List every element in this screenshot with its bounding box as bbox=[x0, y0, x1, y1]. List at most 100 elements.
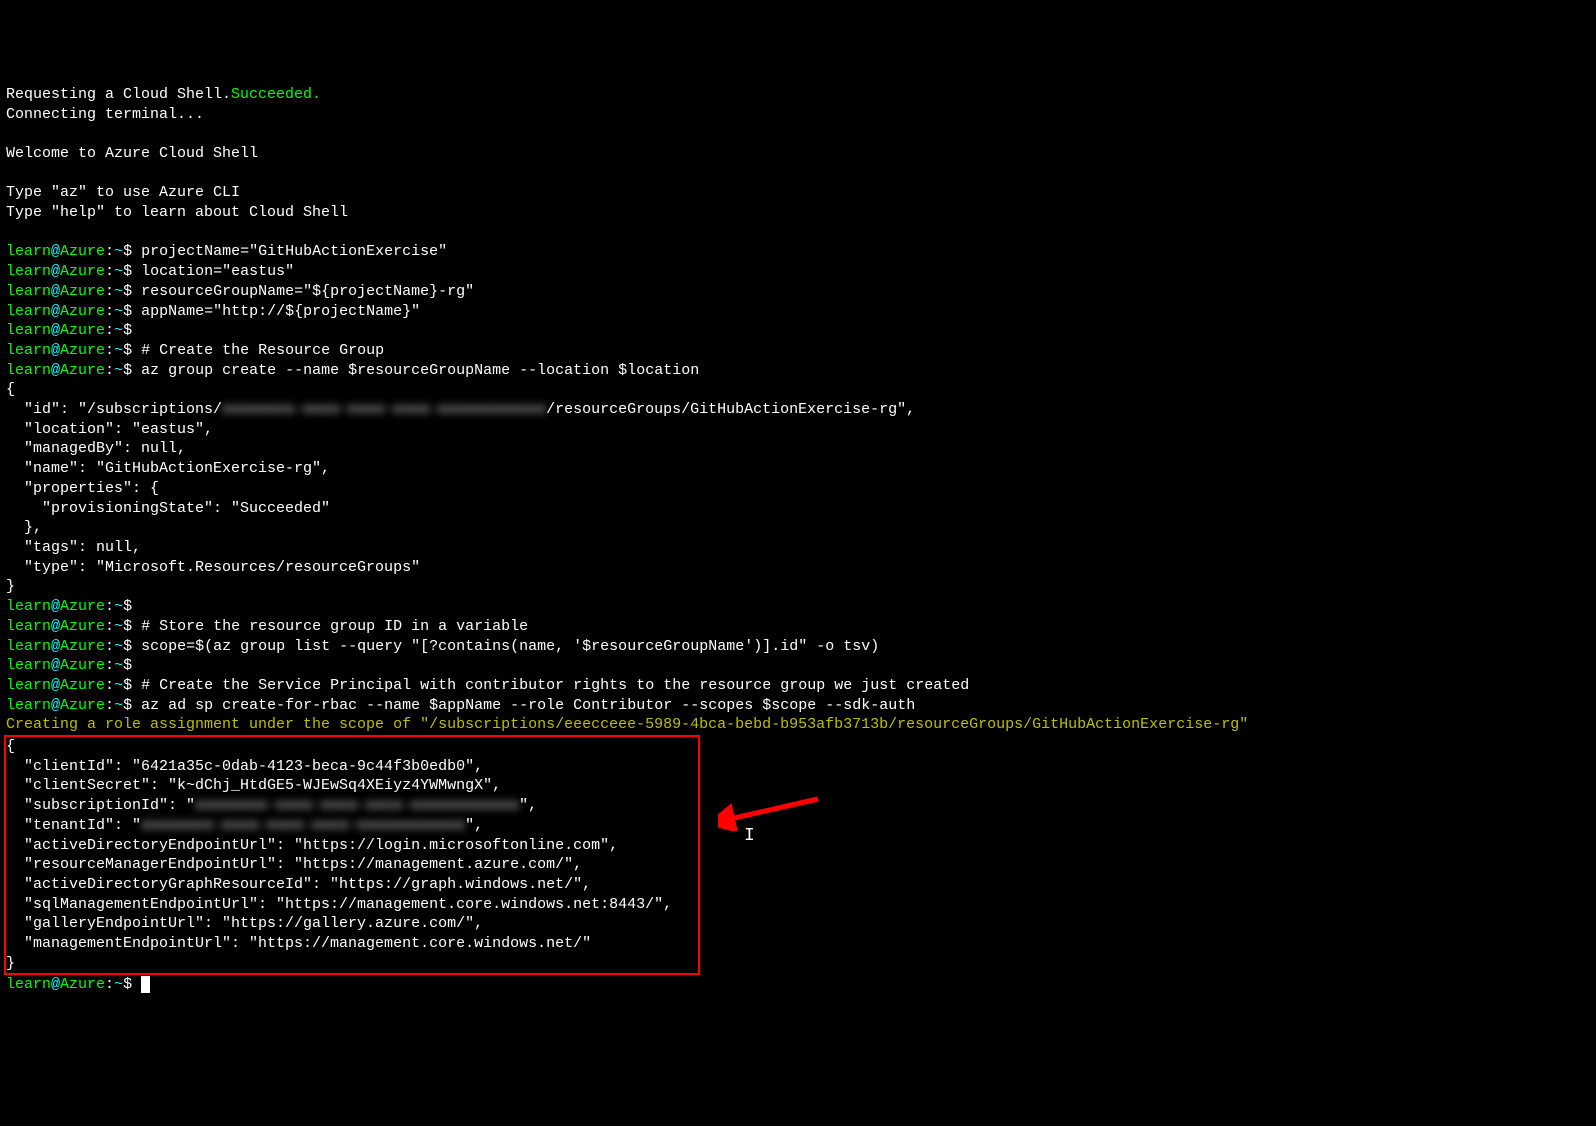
json1-properties: "properties": { bbox=[6, 480, 159, 497]
prompt-sym: $ bbox=[123, 362, 132, 379]
prompt-sym: $ bbox=[123, 322, 132, 339]
prompt-at: @ bbox=[51, 697, 60, 714]
prompt-at: @ bbox=[51, 976, 60, 993]
prompt-at: @ bbox=[51, 362, 60, 379]
cmd-3: resourceGroupName="${projectName}-rg" bbox=[141, 283, 474, 300]
prompt-path: ~ bbox=[114, 638, 123, 655]
prompt-sep: : bbox=[105, 598, 114, 615]
prompt-user: learn bbox=[6, 677, 51, 694]
prompt-user: learn bbox=[6, 243, 51, 260]
json1-type: "type": "Microsoft.Resources/resourceGro… bbox=[6, 559, 420, 576]
intro-connecting: Connecting terminal... bbox=[6, 106, 204, 123]
json2-tenant-post: ", bbox=[465, 817, 483, 834]
prompt-host: Azure bbox=[60, 598, 105, 615]
prompt-host: Azure bbox=[60, 638, 105, 655]
json1-location: "location": "eastus", bbox=[6, 421, 213, 438]
cmd-1: projectName="GitHubActionExercise" bbox=[141, 243, 447, 260]
prompt-sep: : bbox=[105, 618, 114, 635]
prompt-path: ~ bbox=[114, 677, 123, 694]
json2-mgmt-url: "managementEndpointUrl": "https://manage… bbox=[6, 935, 591, 952]
prompt-path: ~ bbox=[114, 598, 123, 615]
prompt-path: ~ bbox=[114, 697, 123, 714]
cmd-9: # Store the resource group ID in a varia… bbox=[141, 618, 528, 635]
prompt-user: learn bbox=[6, 618, 51, 635]
prompt-path: ~ bbox=[114, 976, 123, 993]
prompt-sep: : bbox=[105, 697, 114, 714]
prompt-user: learn bbox=[6, 342, 51, 359]
prompt-host: Azure bbox=[60, 677, 105, 694]
cmd-4: appName="http://${projectName}" bbox=[141, 303, 420, 320]
json2-adg-url: "activeDirectoryGraphResourceId": "https… bbox=[6, 876, 591, 893]
prompt-sep: : bbox=[105, 976, 114, 993]
prompt-sym: $ bbox=[123, 677, 132, 694]
prompt-path: ~ bbox=[114, 618, 123, 635]
prompt-sym: $ bbox=[123, 638, 132, 655]
prompt-path: ~ bbox=[114, 322, 123, 339]
prompt-host: Azure bbox=[60, 303, 105, 320]
prompt-at: @ bbox=[51, 618, 60, 635]
json1-id-post: /resourceGroups/GitHubActionExercise-rg"… bbox=[546, 401, 915, 418]
prompt-host: Azure bbox=[60, 263, 105, 280]
prompt-sep: : bbox=[105, 243, 114, 260]
prompt-user: learn bbox=[6, 598, 51, 615]
json1-propclose: }, bbox=[6, 519, 42, 536]
json1-prov: "provisioningState": "Succeeded" bbox=[6, 500, 330, 517]
prompt-host: Azure bbox=[60, 657, 105, 674]
json2-tenant-pre: "tenantId": " bbox=[6, 817, 141, 834]
prompt-host: Azure bbox=[60, 976, 105, 993]
redacted-subscription-id: xxxxxxxx-xxxx-xxxx-xxxx-xxxxxxxxxxxx bbox=[222, 400, 546, 420]
prompt-at: @ bbox=[51, 638, 60, 655]
prompt-sym: $ bbox=[123, 976, 132, 993]
prompt-user: learn bbox=[6, 362, 51, 379]
annotation-arrow-icon bbox=[718, 791, 828, 831]
prompt-sep: : bbox=[105, 677, 114, 694]
prompt-sym: $ bbox=[123, 342, 132, 359]
intro-typehelp: Type "help" to learn about Cloud Shell bbox=[6, 204, 348, 221]
json2-close: } bbox=[6, 955, 15, 972]
prompt-user: learn bbox=[6, 303, 51, 320]
prompt-at: @ bbox=[51, 677, 60, 694]
prompt-sep: : bbox=[105, 362, 114, 379]
intro-welcome: Welcome to Azure Cloud Shell bbox=[6, 145, 258, 162]
json2-subid-post: ", bbox=[519, 797, 537, 814]
prompt-user: learn bbox=[6, 283, 51, 300]
prompt-user: learn bbox=[6, 657, 51, 674]
prompt-host: Azure bbox=[60, 322, 105, 339]
prompt-at: @ bbox=[51, 263, 60, 280]
intro-succeeded: Succeeded. bbox=[231, 86, 321, 103]
prompt-at: @ bbox=[51, 303, 60, 320]
prompt-user: learn bbox=[6, 263, 51, 280]
cmd-13: az ad sp create-for-rbac --name $appName… bbox=[141, 697, 915, 714]
prompt-user: learn bbox=[6, 697, 51, 714]
prompt-sep: : bbox=[105, 283, 114, 300]
prompt-path: ~ bbox=[114, 362, 123, 379]
prompt-user: learn bbox=[6, 322, 51, 339]
prompt-sym: $ bbox=[123, 243, 132, 260]
prompt-host: Azure bbox=[60, 618, 105, 635]
prompt-path: ~ bbox=[114, 303, 123, 320]
cmd-6: # Create the Resource Group bbox=[141, 342, 384, 359]
json2-ad-url: "activeDirectoryEndpointUrl": "https://l… bbox=[6, 837, 618, 854]
json2-sql-url: "sqlManagementEndpointUrl": "https://man… bbox=[6, 896, 672, 913]
prompt-sep: : bbox=[105, 638, 114, 655]
terminal[interactable]: Requesting a Cloud Shell.Succeeded. Conn… bbox=[6, 65, 1590, 1034]
prompt-host: Azure bbox=[60, 697, 105, 714]
prompt-sym: $ bbox=[123, 657, 132, 674]
json2-open: { bbox=[6, 738, 15, 755]
prompt-host: Azure bbox=[60, 243, 105, 260]
prompt-at: @ bbox=[51, 657, 60, 674]
text-cursor-icon: I bbox=[744, 827, 755, 847]
prompt-path: ~ bbox=[114, 263, 123, 280]
prompt-at: @ bbox=[51, 243, 60, 260]
highlighted-credentials-block: { "clientId": "6421a35c-0dab-4123-beca-9… bbox=[4, 735, 700, 975]
prompt-sep: : bbox=[105, 342, 114, 359]
cmd-7: az group create --name $resourceGroupNam… bbox=[141, 362, 699, 379]
prompt-sep: : bbox=[105, 657, 114, 674]
json1-open: { bbox=[6, 381, 15, 398]
prompt-sym: $ bbox=[123, 283, 132, 300]
prompt-user: learn bbox=[6, 976, 51, 993]
prompt-path: ~ bbox=[114, 243, 123, 260]
prompt-host: Azure bbox=[60, 283, 105, 300]
cursor-block[interactable] bbox=[141, 976, 150, 993]
prompt-path: ~ bbox=[114, 342, 123, 359]
